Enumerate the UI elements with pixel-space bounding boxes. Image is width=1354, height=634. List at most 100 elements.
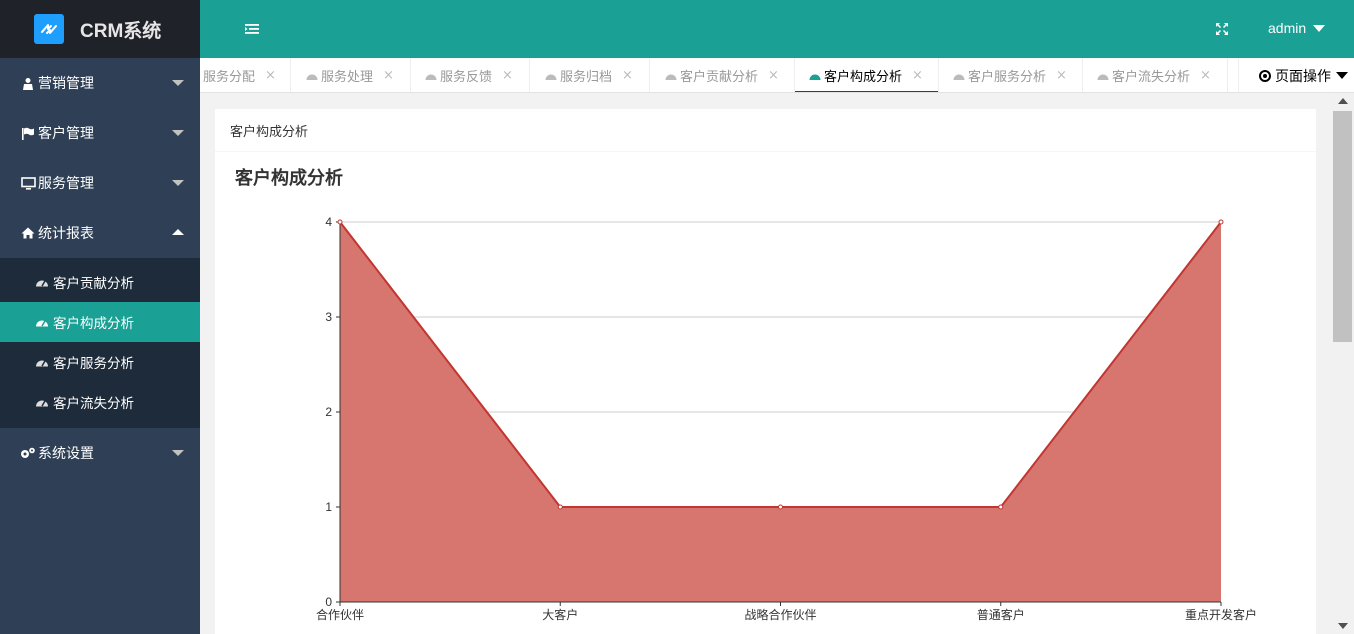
fullscreen-icon[interactable] [1215,22,1229,36]
tab-label: 客户构成分析 [824,70,903,85]
sidebar-item-label: 系统设置 [38,446,94,462]
target-icon [1259,69,1271,82]
close-icon[interactable]: × [265,68,276,83]
user-icon [20,76,36,90]
dashboard-icon [425,71,437,81]
y-tick-label: 1 [325,500,332,514]
y-tick-label: 0 [325,595,332,609]
tab-composition[interactable]: 客户构成分析 × [795,58,939,92]
dashboard-icon [545,71,557,81]
sidebar-subitem-label: 客户流失分析 [53,396,134,412]
chevron-down-icon [172,450,184,456]
dashboard-icon [35,316,49,328]
sidebar-subitem-contribution[interactable]: 客户贡献分析 [0,262,200,302]
lightning-logo-icon [34,14,64,44]
tab-label: 客户服务分析 [968,70,1047,85]
gears-icon [20,446,36,460]
tab-label: 服务处理 [321,70,374,85]
chevron-down-icon [172,80,184,86]
sidebar-item-settings[interactable]: 系统设置 [0,428,200,478]
y-tick-label: 4 [325,215,332,229]
scrollbar[interactable] [1331,93,1354,634]
area-chart: 0 1 2 3 4 合作伙伴 大客户 战略合作伙伴 普通客户 重点开发客户 [316,215,1257,622]
dashboard-icon [35,396,49,408]
dashboard-icon [306,71,318,81]
tab-label: 服务分配 [203,70,256,85]
caret-down-icon [1336,72,1348,79]
dashboard-icon [1097,71,1109,81]
scroll-down-icon[interactable] [1338,623,1348,629]
sidebar: CRM系统 营销管理 客户管理 服务管理 统计报表 客户贡献分析 客户构成分析 … [0,0,200,634]
chevron-down-icon [172,180,184,186]
chevron-down-icon [172,130,184,136]
sidebar-subitem-label: 客户构成分析 [53,316,134,332]
dashboard-icon [953,71,965,81]
sidebar-item-reports[interactable]: 统计报表 [0,208,200,258]
flag-icon [20,126,36,140]
tab-churn[interactable]: 客户流失分析 × [1083,58,1228,92]
home-icon [20,226,36,240]
sidebar-item-label: 统计报表 [38,226,94,242]
scrollbar-thumb[interactable] [1333,111,1352,342]
sidebar-item-label: 服务管理 [38,176,94,192]
x-tick-label: 战略合作伙伴 [744,607,816,622]
sidebar-item-customers[interactable]: 客户管理 [0,108,200,158]
close-icon[interactable]: × [912,68,923,83]
y-tick-label: 2 [325,405,332,419]
y-tick-label: 3 [325,310,332,324]
tab-service-process[interactable]: 服务处理 × [291,58,411,92]
main-content: 客户构成分析 客户构成分析 0 1 2 3 4 合作伙伴 大客户 战略合作伙伴 普通客户 重点开发… [200,93,1331,634]
data-point [998,504,1004,510]
tab-service-assign[interactable]: 服务分配 × [203,58,291,92]
sidebar-subitem-label: 客户服务分析 [53,356,134,372]
tab-service-feedback[interactable]: 服务反馈 × [411,58,530,92]
logo[interactable]: CRM系统 [0,0,200,58]
menu-toggle-icon[interactable] [244,22,260,36]
dashboard-icon [809,71,821,81]
close-icon[interactable]: × [768,68,779,83]
dashboard-icon [665,71,677,81]
x-tick-label: 合作伙伴 [316,607,364,622]
user-menu[interactable]: admin [1268,20,1326,36]
page-operations-label: 页面操作 [1275,68,1331,85]
page-operations-button[interactable]: 页面操作 [1238,58,1354,92]
sidebar-subitem-service[interactable]: 客户服务分析 [0,342,200,382]
chart-card: 客户构成分析 客户构成分析 0 1 2 3 4 合作伙伴 大客户 战略合作伙伴 普通客户 重点开发… [215,109,1316,634]
data-point [557,504,563,510]
tab-bar: 服务分配 × 服务处理 × 服务反馈 × 服务归档 × 客户贡献分析 × 客户构… [200,58,1354,93]
monitor-icon [20,176,36,190]
sidebar-item-label: 客户管理 [38,126,94,142]
tab-service-analysis[interactable]: 客户服务分析 × [939,58,1083,92]
data-point [778,504,783,510]
username: admin [1268,20,1307,36]
data-point [1218,219,1224,225]
data-point [337,219,343,225]
close-icon[interactable]: × [502,68,513,83]
tab-label: 服务反馈 [440,70,493,85]
tab-label: 服务归档 [560,70,613,85]
sidebar-item-marketing[interactable]: 营销管理 [0,58,200,108]
sidebar-subitem-composition[interactable]: 客户构成分析 [0,302,200,342]
x-tick-label: 重点开发客户 [1185,607,1257,622]
scroll-up-icon[interactable] [1338,98,1348,104]
x-tick-label: 大客户 [542,607,578,622]
close-icon[interactable]: × [383,68,394,83]
dashboard-icon [35,276,49,288]
tab-service-archive[interactable]: 服务归档 × [530,58,650,92]
close-icon[interactable]: × [1056,68,1067,83]
top-header: admin [200,0,1354,58]
close-icon[interactable]: × [1200,68,1211,83]
app-title: CRM系统 [80,20,162,42]
close-icon[interactable]: × [622,68,633,83]
chevron-up-icon [172,229,184,235]
dashboard-icon [35,356,49,368]
sidebar-subitem-churn[interactable]: 客户流失分析 [0,382,200,422]
tab-label: 客户流失分析 [1112,70,1191,85]
sidebar-item-label: 营销管理 [38,76,94,92]
sidebar-item-services[interactable]: 服务管理 [0,158,200,208]
reports-submenu: 客户贡献分析 客户构成分析 客户服务分析 客户流失分析 [0,258,200,428]
sidebar-subitem-label: 客户贡献分析 [53,276,134,292]
tab-contribution[interactable]: 客户贡献分析 × [650,58,795,92]
x-tick-label: 普通客户 [977,607,1025,622]
tab-label: 客户贡献分析 [680,70,759,85]
